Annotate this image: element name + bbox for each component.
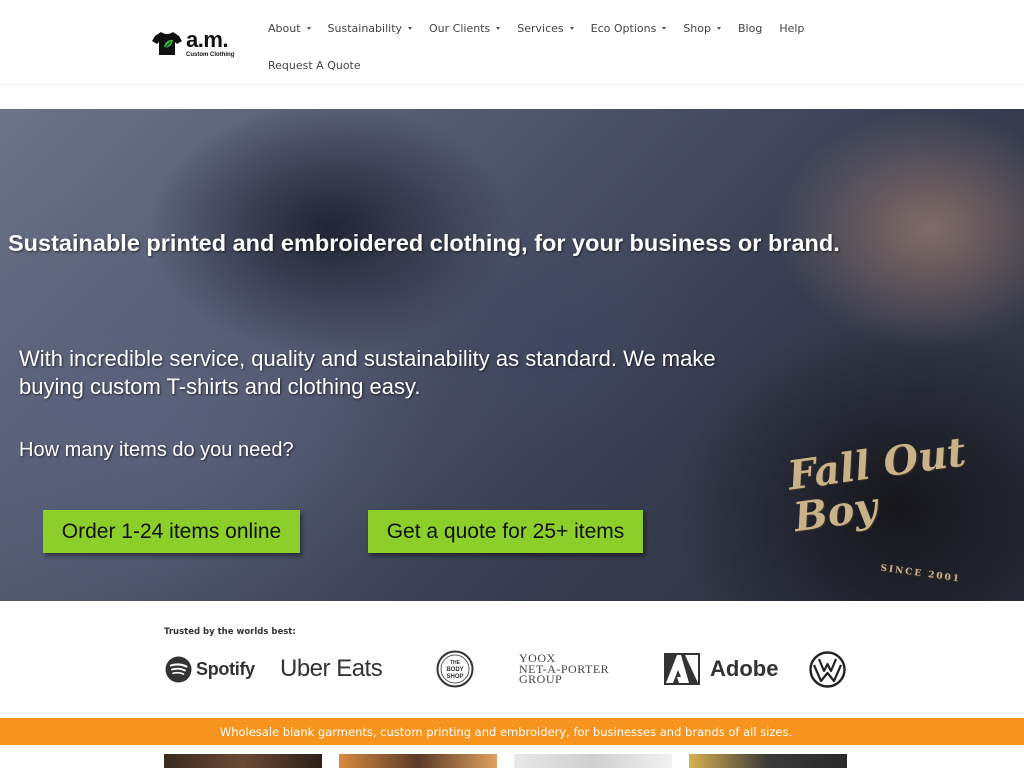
site-header: a.m. Custom Clothing About Sustainabilit… <box>0 0 1024 85</box>
shirt-print-small: SINCE 2001 <box>879 563 962 585</box>
site-logo[interactable]: a.m. Custom Clothing <box>152 26 248 60</box>
shirt-print-text: Fall Out Boy <box>784 428 969 542</box>
logo-tagline: Custom Clothing <box>186 51 235 58</box>
adobe-logo: Adobe <box>664 650 778 688</box>
category-thumbnail[interactable] <box>514 754 672 768</box>
nav-label: Shop <box>683 21 711 35</box>
caret-down-icon <box>569 27 574 30</box>
nav-item-our-clients[interactable]: Our Clients <box>429 21 501 35</box>
nav-item-request-a-quote[interactable]: Request A Quote <box>268 59 361 72</box>
nav-item-eco-options[interactable]: Eco Options <box>591 22 667 35</box>
category-thumbnail[interactable] <box>689 754 847 768</box>
order-online-button[interactable]: Order 1-24 items online <box>43 510 300 553</box>
spotify-logo: Spotify <box>165 650 255 688</box>
hero-question: How many items do you need? <box>19 439 294 461</box>
adobe-icon <box>664 653 700 685</box>
caret-down-icon <box>408 27 413 30</box>
nav-item-sustainability[interactable]: Sustainability <box>327 21 413 35</box>
hero-banner: Fall Out Boy SINCE 2001 Sustainable prin… <box>0 109 1024 601</box>
nav-label: Our Clients <box>429 21 491 35</box>
nav-item-about[interactable]: About <box>268 22 311 35</box>
nav-label: Eco Options <box>590 21 657 35</box>
bodyshop-seal: THE BODY SHOP <box>436 650 474 688</box>
nav-label: Services <box>517 21 564 35</box>
banner-text: Wholesale blank garments, custom printin… <box>219 724 793 739</box>
wholesale-banner: Wholesale blank garments, custom printin… <box>0 718 1024 745</box>
nav-item-blog[interactable]: Blog <box>738 22 762 35</box>
yoox-net-a-porter-logo: YOOX NET-A-PORTER GROUP <box>519 652 609 687</box>
hero-title: Sustainable printed and embroidered clot… <box>8 230 840 256</box>
adobe-wordmark: Adobe <box>710 656 779 681</box>
nav-label: Help <box>779 21 805 35</box>
nav-item-services[interactable]: Services <box>517 21 574 35</box>
nav-item-shop[interactable]: Shop <box>683 22 721 35</box>
vw-logo <box>809 650 846 688</box>
bodyshop-line3: SHOP <box>446 674 463 680</box>
shirt-print-graphic: Fall Out Boy SINCE 2001 <box>785 419 1024 599</box>
bodyshop-line2: BODY <box>446 667 463 673</box>
trusted-label: Trusted by the worlds best: <box>164 627 296 637</box>
spotify-icon <box>165 656 192 682</box>
logo-wordmark: a.m. <box>186 26 229 52</box>
bodyshop-line1: THE <box>450 660 461 666</box>
nav-label: Sustainability <box>327 21 403 35</box>
caret-down-icon <box>306 27 311 30</box>
get-quote-button[interactable]: Get a quote for 25+ items <box>368 510 643 553</box>
caret-down-icon <box>662 27 667 30</box>
bodyshop-logo: THE BODY SHOP <box>436 650 474 688</box>
caret-down-icon <box>496 27 501 30</box>
nav-label: Blog <box>737 21 763 35</box>
nav-label: Request A Quote <box>268 58 361 72</box>
nav-item-help[interactable]: Help <box>779 22 804 35</box>
tshirt-leaf-icon <box>152 32 182 55</box>
vw-emblem <box>809 650 846 688</box>
yoox-line3: GROUP <box>519 672 563 686</box>
spotify-wordmark: Spotify <box>196 658 255 679</box>
ubereats-logo: Uber Eats <box>280 655 383 682</box>
main-nav: About Sustainability Our Clients Service… <box>268 18 828 75</box>
category-thumbnail[interactable] <box>164 754 322 768</box>
category-thumbnail[interactable] <box>339 754 497 768</box>
nav-label: About <box>268 21 301 35</box>
hero-subtitle: With incredible service, quality and sus… <box>19 346 716 399</box>
caret-down-icon <box>716 27 721 30</box>
